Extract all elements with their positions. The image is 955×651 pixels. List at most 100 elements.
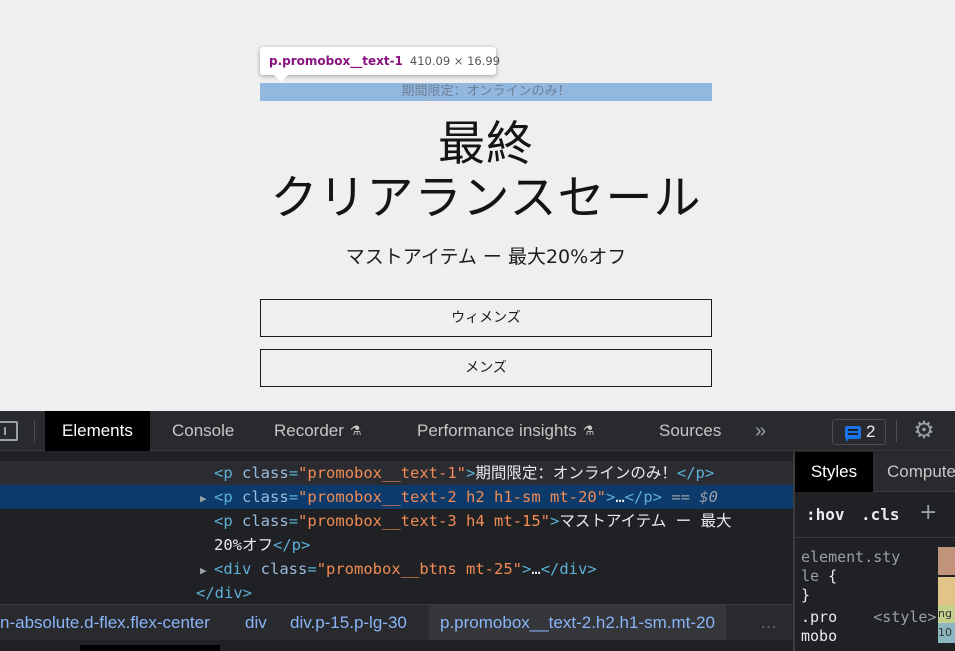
flask-icon: ⚗ (349, 423, 362, 438)
tab-sources[interactable]: Sources (659, 411, 721, 451)
hov-toggle[interactable]: :hov (806, 500, 845, 530)
dom-attr-value: "promobox__btns mt-25" (316, 560, 522, 578)
dom-tag-open: <p (214, 512, 233, 530)
styles-filter-row: :hov .cls + (795, 492, 955, 538)
dom-tag-close: > (550, 512, 560, 530)
breadcrumb: n-absolute.d-flex.flex-center div div.p-… (0, 604, 793, 640)
css-rule[interactable]: .pro <style> mobo (801, 608, 951, 646)
promo-heading: 最終 クリアランスセール (230, 118, 742, 226)
breadcrumb-more-icon[interactable]: … (760, 605, 777, 640)
dom-attr-name: class (242, 488, 289, 506)
dom-text: 20%オフ (214, 536, 273, 554)
box-model-content: 10 (938, 623, 955, 643)
breadcrumb-item[interactable]: div (245, 605, 267, 640)
tab-recorder-label: Recorder (274, 421, 344, 440)
dom-tag-end: </div> (196, 584, 252, 602)
selected-node-marker: == $0 (671, 488, 719, 506)
promo-heading-line1: 最終 (438, 117, 534, 172)
styles-tabbar: Styles Compute (795, 452, 955, 492)
dom-tag-close: > (522, 560, 532, 578)
box-model-border (938, 577, 955, 605)
tab-computed[interactable]: Compute (887, 452, 955, 492)
dom-tree[interactable]: <p class="promobox__text-1">期間限定：オンラインのみ… (0, 452, 793, 604)
dom-tag-open: <p (214, 464, 233, 482)
devtools-panel: Elements Console Recorder ⚗ Performance i… (0, 411, 955, 651)
expand-triangle-icon[interactable]: ▶ (200, 559, 214, 583)
dom-node-row-selected[interactable]: ▶ <p class="promobox__text-2 h2 h1-sm mt-… (0, 485, 793, 509)
dom-equals: = (288, 512, 299, 530)
dom-attr-value: "promobox__text-2 h2 h1-sm mt-20" (298, 488, 606, 506)
mens-button[interactable]: メンズ (260, 349, 712, 387)
element-style-selector-1: element.sty (801, 548, 901, 566)
promo-text-1: 期間限定：オンラインのみ！ (401, 84, 571, 99)
tab-console[interactable]: Console (172, 411, 234, 451)
dom-tag-end: </p> (676, 464, 715, 482)
box-model-padding: ng (938, 605, 955, 623)
drawer-strip (0, 640, 793, 651)
message-icon (845, 426, 861, 442)
tooltip-arrow (274, 75, 288, 82)
element-style-selector-2: le (801, 567, 820, 585)
rule-source-link[interactable]: <style> (873, 608, 936, 626)
dom-ellipsis[interactable]: … (615, 488, 624, 506)
rule-selector-2: mobo (801, 627, 838, 645)
tooltip-size: 410.09 × 16.99 (409, 54, 501, 68)
dom-node-row[interactable]: </div> (0, 581, 793, 604)
cls-toggle[interactable]: .cls (861, 500, 900, 530)
inspect-tooltip: p.promobox__text-1 410.09 × 16.99 (260, 47, 500, 82)
dom-attr-value: "promobox__text-3 h4 mt-15" (298, 512, 550, 530)
breadcrumb-item[interactable]: n-absolute.d-flex.flex-center (0, 605, 210, 640)
dom-ellipsis[interactable]: … (531, 560, 540, 578)
dom-tag-open: <div (214, 560, 252, 578)
tab-separator (896, 420, 897, 442)
womens-button[interactable]: ウィメンズ (260, 299, 712, 337)
dom-text: マストアイテム ー 最大 (559, 512, 732, 530)
dom-equals: = (288, 464, 299, 482)
dom-tag-open: <p (214, 488, 233, 506)
dom-attr-name: class (242, 512, 289, 530)
tab-styles[interactable]: Styles (795, 452, 873, 492)
brace-close: } (801, 586, 811, 604)
dom-node-row[interactable]: <p class="promobox__text-3 h4 mt-15">マスト… (0, 509, 793, 533)
dom-attr-value: "promobox__text-1" (298, 464, 467, 482)
breadcrumb-item[interactable]: div.p-15.p-lg-30 (290, 605, 407, 640)
box-model-preview: ng 10 (938, 539, 955, 651)
dom-tag-close: > (466, 464, 476, 482)
brace-open: { (828, 567, 838, 585)
box-model-margin (938, 547, 955, 575)
promo-heading-line2: クリアランスセール (270, 171, 702, 226)
element-style-rule[interactable]: element.sty le { } (801, 548, 941, 605)
add-rule-plus-icon[interactable]: + (919, 498, 937, 528)
dom-tag-close: > (605, 488, 616, 506)
flask-icon: ⚗ (582, 423, 595, 438)
dom-node-row-continued[interactable]: 20%オフ</p> (0, 533, 793, 557)
devtools-tabbar: Elements Console Recorder ⚗ Performance i… (0, 411, 955, 451)
dom-text: 期間限定：オンラインのみ！ (475, 464, 677, 482)
scrollbar-thumb[interactable] (80, 645, 220, 651)
tab-separator (34, 420, 35, 442)
dom-tag-end: </div> (540, 560, 597, 578)
tab-performance-label: Performance insights (417, 421, 577, 440)
dom-tag-end: </p> (273, 536, 311, 554)
tab-performance-insights[interactable]: Performance insights ⚗ (417, 411, 594, 451)
dom-equals: = (307, 560, 317, 578)
expand-triangle-icon[interactable]: ▶ (200, 487, 214, 511)
dom-node-row[interactable]: <p class="promobox__text-1">期間限定：オンラインのみ… (0, 461, 793, 485)
styles-pane: Styles Compute :hov .cls + element.sty l… (795, 452, 955, 651)
tooltip-selector: p.promobox__text-1 (269, 54, 403, 68)
dom-node-row[interactable]: ▶ <div class="promobox__btns mt-25">…</di… (0, 557, 793, 581)
dom-attr-name: class (242, 464, 289, 482)
device-toolbar-icon[interactable] (0, 421, 18, 441)
more-tabs-chevron-icon[interactable]: » (755, 411, 766, 451)
dom-tag-end: </p> (624, 488, 662, 506)
tab-recorder[interactable]: Recorder ⚗ (274, 411, 362, 451)
page-preview: 期間限定：オンラインのみ！ p.promobox__text-1 410.09 ×… (0, 0, 955, 411)
breadcrumb-item-active[interactable]: p.promobox__text-2.h2.h1-sm.mt-20 (429, 605, 726, 640)
tab-elements[interactable]: Elements (45, 411, 150, 451)
promo-text-3: マストアイテム ー 最大20%オフ (345, 246, 627, 268)
issues-count: 2 (866, 422, 876, 441)
issues-counter-button[interactable]: 2 (832, 419, 886, 445)
dom-attr-name: class (260, 560, 308, 578)
dom-equals: = (288, 488, 299, 506)
gear-icon[interactable]: ⚙ (912, 418, 936, 442)
